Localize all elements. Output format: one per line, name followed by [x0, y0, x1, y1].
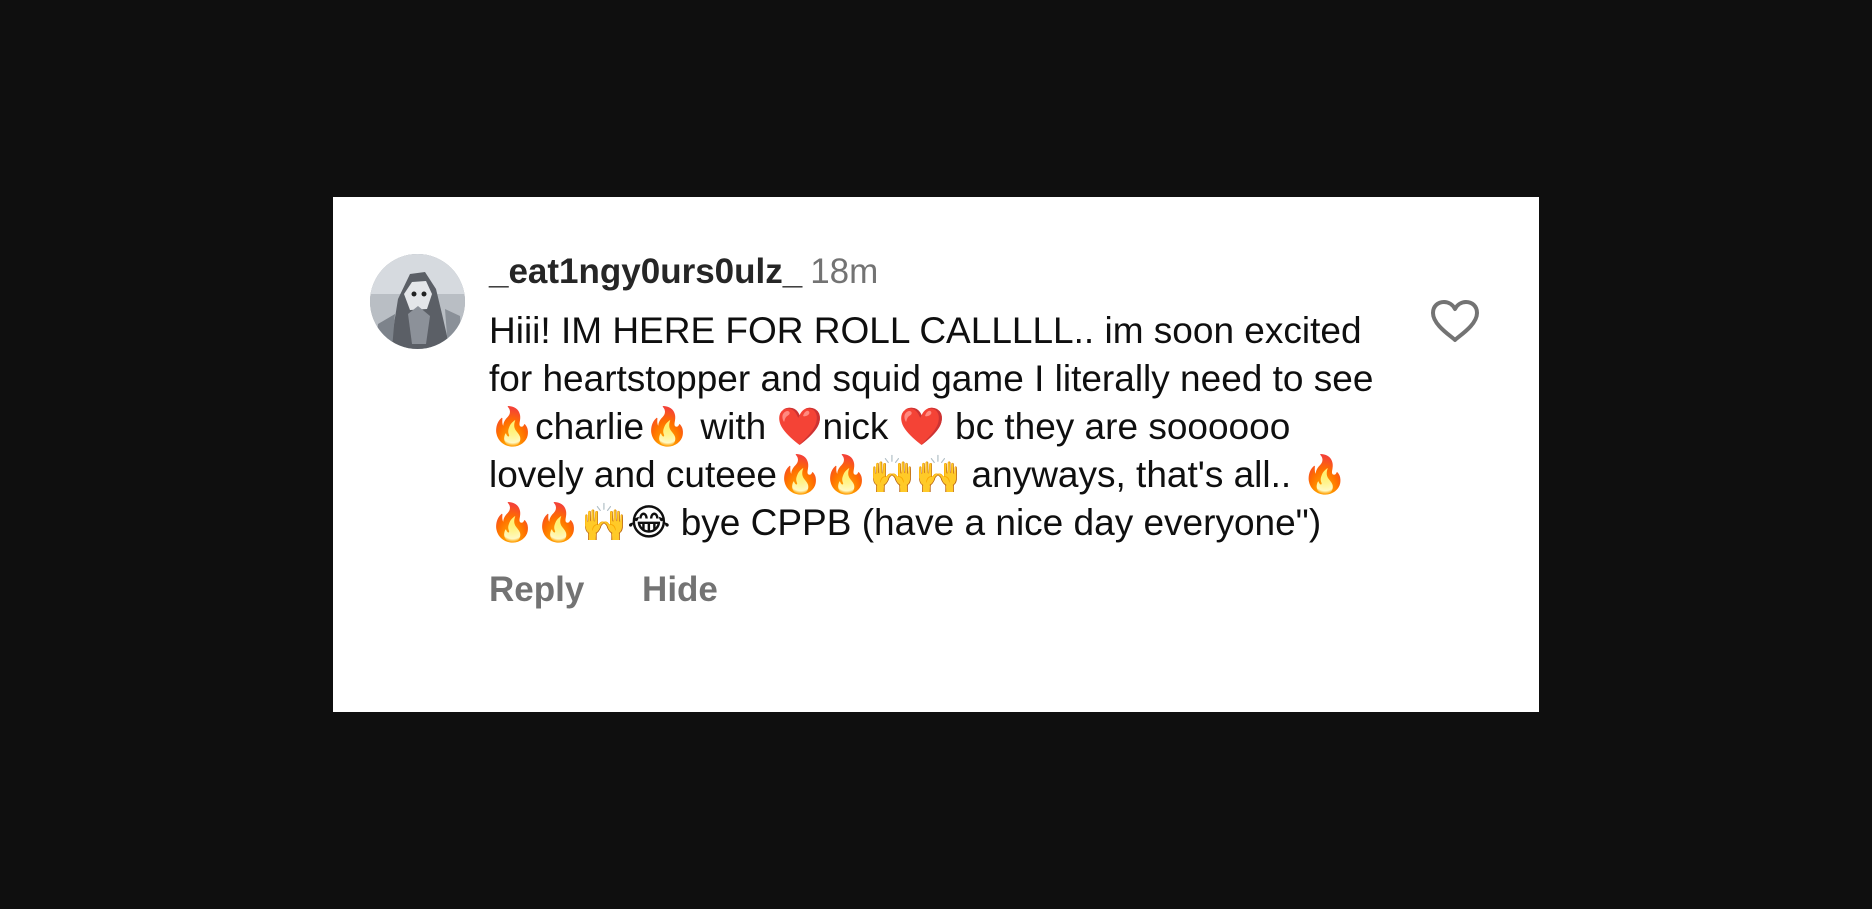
- username-link[interactable]: _eat1ngy0urs0ulz_: [489, 252, 802, 291]
- screen-background: _eat1ngy0urs0ulz_ 18m Hiii! IM HERE FOR R…: [0, 0, 1872, 909]
- comment-timestamp: 18m: [810, 252, 879, 291]
- user-avatar[interactable]: [370, 254, 465, 349]
- like-button[interactable]: [1429, 298, 1481, 344]
- comment-card: _eat1ngy0urs0ulz_ 18m Hiii! IM HERE FOR R…: [333, 197, 1539, 712]
- comment-body: _eat1ngy0urs0ulz_ 18m Hiii! IM HERE FOR R…: [489, 251, 1389, 611]
- comment-actions: Reply Hide: [489, 569, 1389, 611]
- hide-button[interactable]: Hide: [642, 569, 718, 611]
- comment-text: Hiii! IM HERE FOR ROLL CALLLLL.. im soon…: [489, 310, 1384, 543]
- heart-outline-icon: [1431, 300, 1479, 342]
- comment-header: _eat1ngy0urs0ulz_ 18m: [489, 251, 1389, 293]
- reply-button[interactable]: Reply: [489, 569, 584, 611]
- avatar-image-icon: [370, 254, 465, 349]
